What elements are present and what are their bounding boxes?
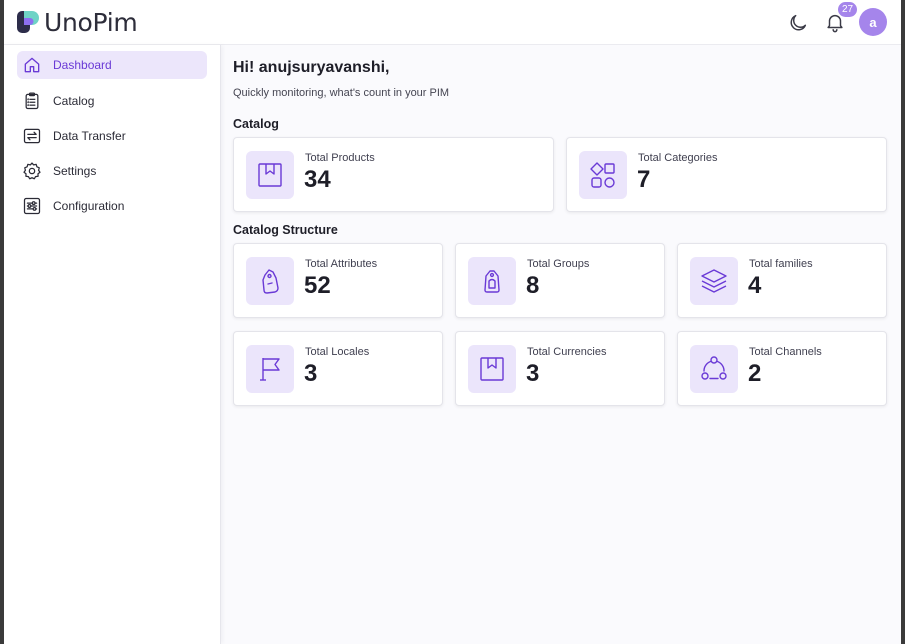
stat-icon-box [246, 345, 294, 393]
section-title-catalog: Catalog [233, 117, 279, 131]
stat-label: Total Groups [527, 258, 590, 270]
stat-icon-box [246, 257, 294, 305]
stat-card-attributes[interactable]: Total Attributes 52 [233, 243, 443, 318]
bookmark-box-icon [480, 357, 504, 381]
unopim-logo-icon [17, 11, 39, 33]
stat-value: 3 [526, 360, 540, 387]
gear-icon [23, 162, 41, 180]
sidebar-item-label: Configuration [53, 199, 125, 213]
tag-icon [262, 269, 279, 294]
sidebar-item-configuration[interactable]: Configuration [17, 192, 207, 220]
sidebar-item-label: Catalog [53, 94, 95, 108]
avatar[interactable]: a [859, 8, 887, 36]
stat-value: 4 [748, 272, 762, 299]
stat-label: Total Locales [305, 346, 370, 358]
clipboard-icon [25, 92, 39, 110]
flag-icon [260, 358, 280, 381]
sidebar-item-label: Settings [53, 164, 97, 178]
stat-value: 2 [748, 360, 762, 387]
stat-value: 3 [304, 360, 318, 387]
sidebar-item-settings[interactable]: Settings [17, 157, 207, 185]
stat-card-locales[interactable]: Total Locales 3 [233, 331, 443, 406]
top-header: UnoPim 27 a [4, 0, 901, 45]
moon-icon[interactable] [787, 12, 809, 34]
sidebar-item-label: Data Transfer [53, 129, 126, 143]
stat-icon-box [468, 257, 516, 305]
stat-label: Total Products [305, 152, 375, 164]
logo[interactable]: UnoPim [16, 7, 138, 37]
tag-group-icon [484, 270, 500, 293]
stat-icon-box [246, 151, 294, 199]
channels-icon [701, 356, 727, 380]
stat-icon-box [468, 345, 516, 393]
stat-label: Total Channels [749, 346, 822, 358]
home-icon [24, 57, 40, 73]
sidebar-item-data-transfer[interactable]: Data Transfer [17, 122, 207, 150]
bookmark-box-icon [258, 163, 282, 187]
stat-icon-box [690, 257, 738, 305]
stat-card-channels[interactable]: Total Channels 2 [677, 331, 887, 406]
sidebar-item-dashboard[interactable]: Dashboard [17, 51, 207, 79]
stat-value: 7 [637, 166, 651, 193]
stat-card-groups[interactable]: Total Groups 8 [455, 243, 665, 318]
app-window: UnoPim 27 a Dashboard Catalog Data Trans… [4, 0, 901, 644]
sidebar-item-label: Dashboard [53, 58, 112, 72]
stat-label: Total families [749, 258, 813, 270]
stat-value: 8 [526, 272, 540, 299]
stat-value: 34 [304, 166, 331, 193]
sidebar-item-catalog[interactable]: Catalog [17, 87, 207, 115]
stat-icon-box [579, 151, 627, 199]
stat-label: Total Categories [638, 152, 718, 164]
section-title-catalog-structure: Catalog Structure [233, 223, 338, 237]
stat-card-products[interactable]: Total Products 34 [233, 137, 554, 212]
stat-card-categories[interactable]: Total Categories 7 [566, 137, 887, 212]
stat-label: Total Attributes [305, 258, 378, 270]
sliders-icon [23, 197, 41, 215]
sidebar: Dashboard Catalog Data Transfer Settings… [4, 45, 221, 644]
stat-card-families[interactable]: Total families 4 [677, 243, 887, 318]
page-subtitle: Quickly monitoring, what's count in your… [233, 87, 450, 99]
logo-text: UnoPim [44, 7, 138, 37]
page-title: Hi! anujsuryavanshi, [233, 59, 390, 76]
stat-icon-box [690, 345, 738, 393]
notification-badge[interactable]: 27 [837, 1, 859, 18]
transfer-icon [23, 128, 41, 144]
shapes-icon [590, 162, 615, 188]
stat-card-currencies[interactable]: Total Currencies 3 [455, 331, 665, 406]
stat-label: Total Currencies [527, 346, 607, 358]
layers-icon [701, 269, 727, 293]
stat-value: 52 [304, 272, 331, 299]
